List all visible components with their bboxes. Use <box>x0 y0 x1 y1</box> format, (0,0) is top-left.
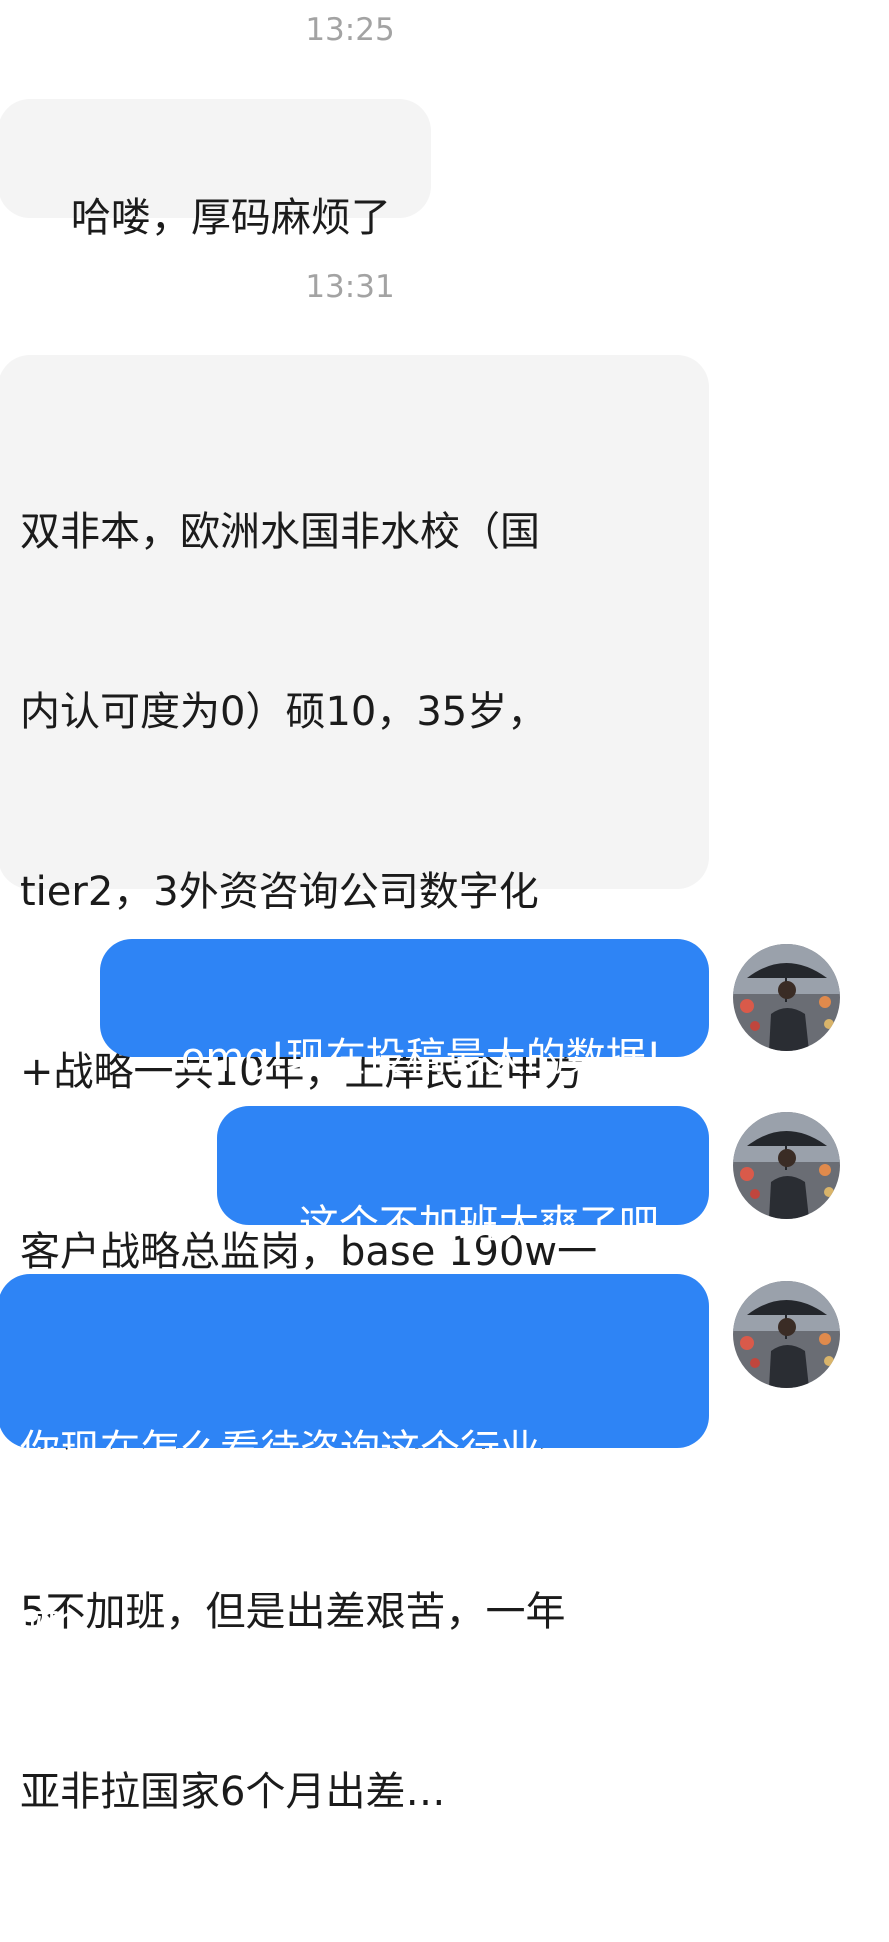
timestamp: 13:25 <box>305 12 395 48</box>
message-text: 哈喽，厚码麻烦了 <box>70 195 391 241</box>
message-text: 这个不加班太爽了吧 <box>298 1202 659 1248</box>
user-avatar[interactable] <box>733 1112 840 1219</box>
message-line: 双非本，欧洲水国非水校（国 <box>20 509 540 555</box>
message-line: tier2，3外资咨询公司数字化 <box>20 869 539 915</box>
man-with-umbrella-icon <box>733 1281 840 1388</box>
man-with-umbrella-icon <box>733 1112 840 1219</box>
incoming-message-bubble[interactable]: 双非本，欧洲水国非水校（国 内认可度为0）硕10，35岁， tier2，3外资咨… <box>0 355 709 1815</box>
outgoing-message-bubble[interactable]: 这个不加班太爽了吧 <box>217 1106 709 1248</box>
message-line: 亚非拉国家6个月出差… <box>20 1769 446 1815</box>
message-line: 你现在怎么看待咨询这个行业 <box>20 1427 540 1473</box>
message-line: 呀？ <box>20 1607 100 1653</box>
message-line: 内认可度为0）硕10，35岁， <box>20 689 548 735</box>
user-avatar[interactable] <box>733 944 840 1051</box>
message-text: omg!现在投稿最大的数据! <box>180 1035 662 1081</box>
timestamp: 13:31 <box>305 269 395 305</box>
incoming-message-bubble[interactable]: 哈喽，厚码麻烦了 <box>0 99 431 241</box>
outgoing-message-bubble[interactable]: omg!现在投稿最大的数据! <box>100 939 709 1081</box>
man-with-umbrella-icon <box>733 944 840 1051</box>
outgoing-message-bubble[interactable]: 你现在怎么看待咨询这个行业 呀？ <box>0 1274 709 1653</box>
user-avatar[interactable] <box>733 1281 840 1388</box>
